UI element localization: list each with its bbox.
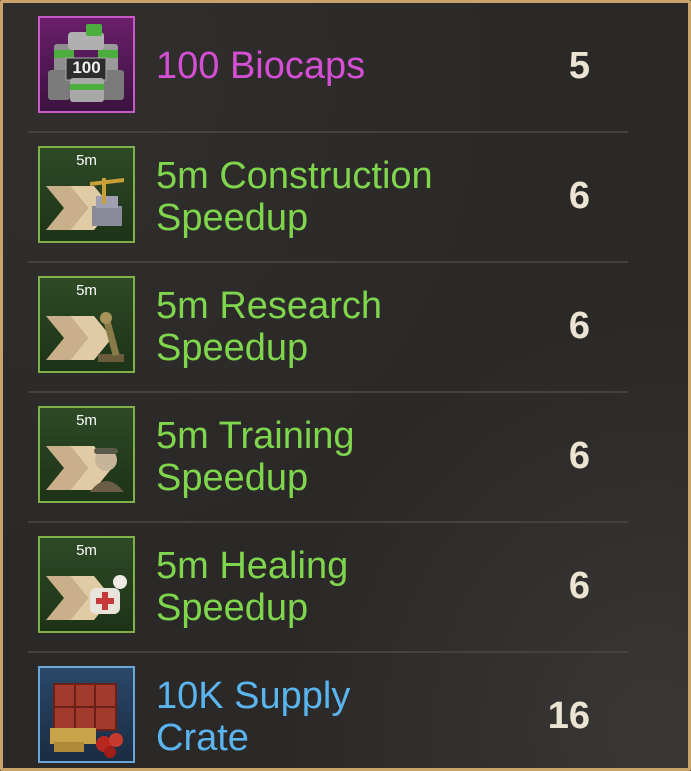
item-name-line1: 5m Research bbox=[156, 285, 382, 327]
item-name-line2: Speedup bbox=[156, 587, 309, 629]
list-item[interactable]: 5m 5m Training Speedup 6 bbox=[28, 393, 628, 523]
list-item[interactable]: 5m 5m Research Speedup 6 bbox=[28, 263, 628, 393]
list-item[interactable]: 100 100 Biocaps 5 bbox=[28, 3, 628, 133]
biocaps-icon: 100 bbox=[38, 16, 135, 113]
item-quantity: 6 bbox=[568, 305, 590, 347]
list-item[interactable]: 5m 5m Healing Speedup 6 bbox=[28, 523, 628, 653]
duration-tag: 5m bbox=[76, 152, 97, 169]
item-name-line1: 5m Healing bbox=[156, 545, 349, 587]
item-quantity: 6 bbox=[568, 175, 590, 217]
item-name-line1: 5m Construction bbox=[156, 155, 433, 197]
item-name: 5m Research Speedup bbox=[156, 285, 382, 369]
item-quantity: 16 bbox=[547, 695, 590, 737]
research-speedup-icon: 5m bbox=[38, 276, 135, 373]
item-name-line2: Crate bbox=[156, 717, 249, 759]
item-name-line1: 10K Supply bbox=[156, 675, 351, 717]
list-item[interactable]: 10K Supply Crate 16 bbox=[28, 653, 628, 768]
training-speedup-icon: 5m bbox=[38, 406, 135, 503]
supply-crate-icon bbox=[38, 666, 135, 763]
item-name-line2: Speedup bbox=[156, 197, 309, 239]
item-name-line2: Speedup bbox=[156, 327, 309, 369]
item-name: 5m Healing Speedup bbox=[156, 545, 348, 629]
item-quantity: 6 bbox=[568, 565, 590, 607]
item-name: 10K Supply Crate bbox=[156, 675, 350, 759]
item-quantity: 6 bbox=[568, 435, 590, 477]
biocaps-label: 100 bbox=[72, 58, 101, 77]
construction-speedup-icon: 5m bbox=[38, 146, 135, 243]
duration-tag: 5m bbox=[76, 282, 97, 299]
item-quantity: 5 bbox=[568, 45, 590, 87]
duration-tag: 5m bbox=[76, 542, 97, 559]
item-name-line2: Speedup bbox=[156, 457, 309, 499]
item-name: 100 Biocaps bbox=[156, 45, 365, 87]
healing-speedup-icon: 5m bbox=[38, 536, 135, 633]
item-name: 5m Construction Speedup bbox=[156, 155, 433, 239]
reward-list-panel: 100 100 Biocaps 5 5m 5m Construction Spe… bbox=[0, 0, 691, 771]
item-name-line1: 100 Biocaps bbox=[156, 45, 366, 87]
item-name-line1: 5m Training bbox=[156, 415, 355, 457]
duration-tag: 5m bbox=[76, 412, 97, 429]
list-item[interactable]: 5m 5m Construction Speedup 6 bbox=[28, 133, 628, 263]
item-name: 5m Training Speedup bbox=[156, 415, 355, 499]
